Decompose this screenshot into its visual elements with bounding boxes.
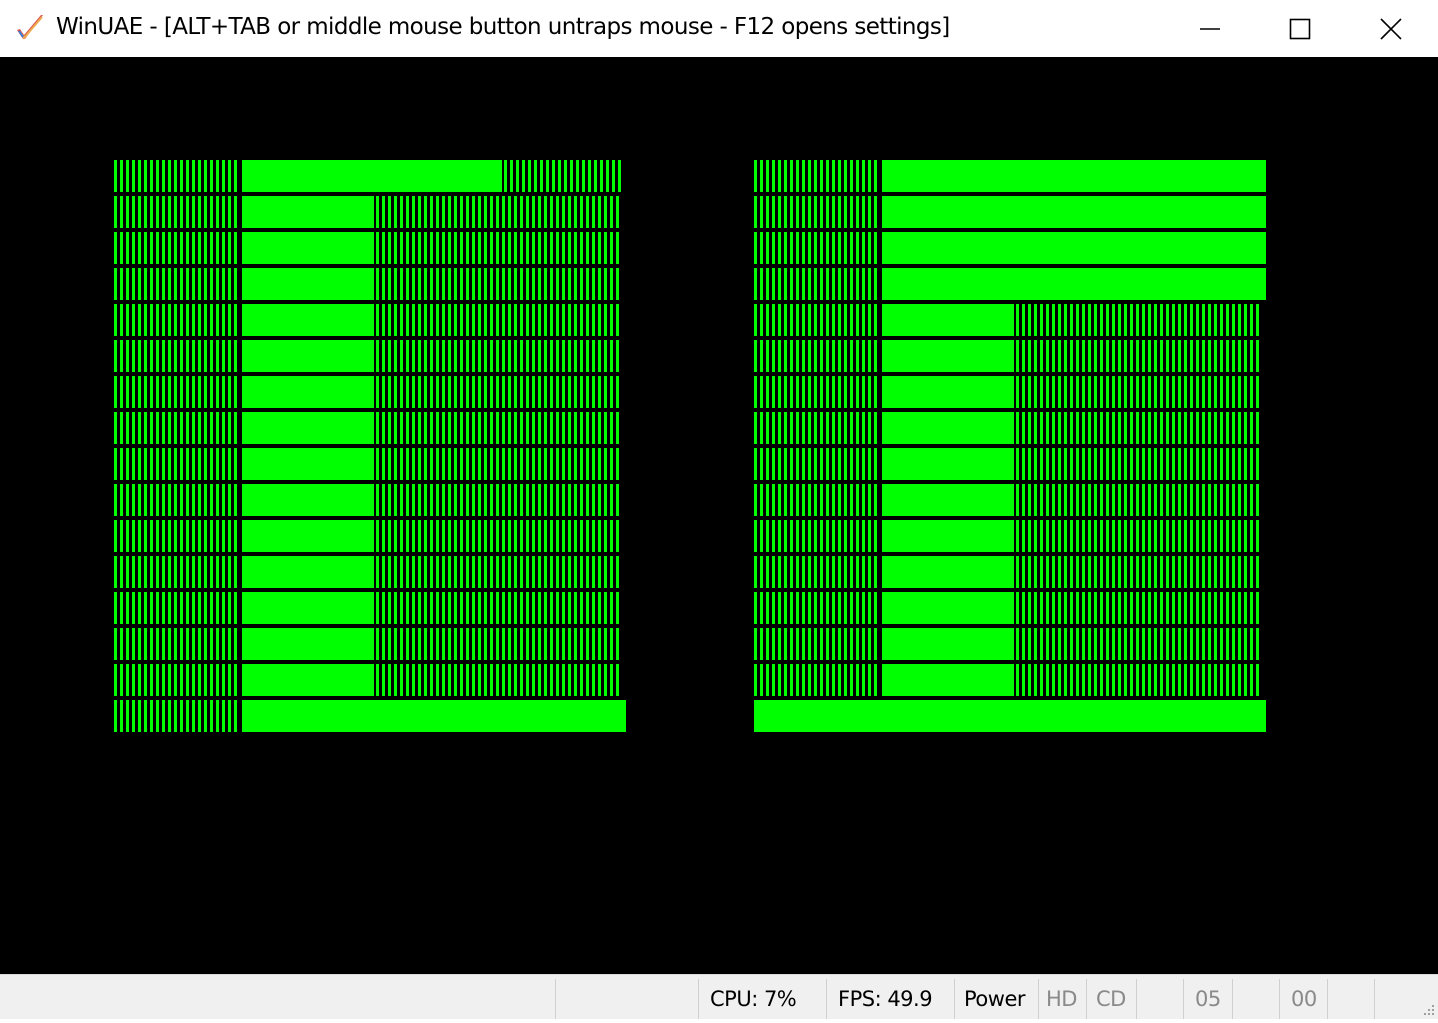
cd-led[interactable]: CD — [1096, 975, 1126, 1019]
df1-track[interactable]: 00 — [1291, 975, 1317, 1019]
cpu-indicator: CPU: 7% — [710, 987, 797, 1011]
power-led[interactable]: Power — [964, 975, 1026, 1019]
status-separator — [698, 979, 699, 1019]
minimize-button[interactable] — [1165, 0, 1255, 57]
resize-grip-icon[interactable] — [1418, 999, 1436, 1017]
status-separator — [1136, 979, 1137, 1019]
fps-indicator: FPS: 49.9 — [838, 987, 933, 1011]
maximize-icon — [1289, 18, 1311, 39]
status-separator — [555, 979, 556, 1019]
hd-led[interactable]: HD — [1046, 975, 1077, 1019]
status-separator — [1374, 979, 1375, 1019]
emulator-display[interactable] — [0, 57, 1438, 974]
status-separator — [1086, 979, 1087, 1019]
status-separator — [954, 979, 955, 1019]
status-bar: CPU: 7% FPS: 49.9 Power HD CD 05 00 — [0, 974, 1438, 1019]
status-separator — [1279, 979, 1280, 1019]
status-separator — [1038, 979, 1039, 1019]
status-separator — [1327, 979, 1328, 1019]
title-bar[interactable]: WinUAE - [ALT+TAB or middle mouse button… — [0, 0, 1438, 57]
close-button[interactable] — [1346, 0, 1436, 57]
checkmark-icon — [17, 15, 43, 40]
df0-track[interactable]: 05 — [1195, 975, 1221, 1019]
status-separator — [1183, 979, 1184, 1019]
window-title: WinUAE - [ALT+TAB or middle mouse button… — [56, 14, 950, 40]
status-separator — [1232, 979, 1233, 1019]
minimize-icon — [1200, 27, 1220, 30]
close-icon — [1380, 17, 1402, 40]
screen-pattern — [114, 160, 1266, 732]
status-separator — [826, 979, 827, 1019]
maximize-button[interactable] — [1255, 0, 1345, 57]
